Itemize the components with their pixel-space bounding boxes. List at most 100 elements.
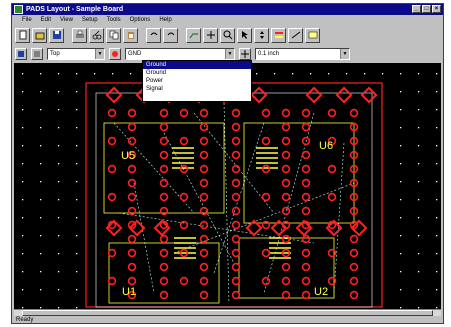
minimize-button[interactable]: _ <box>412 5 421 13</box>
dropdown-item[interactable]: Ground <box>143 69 251 77</box>
pad <box>199 108 209 118</box>
pad <box>281 178 291 188</box>
pad <box>159 262 169 272</box>
menu-bar: File Edit View Setup Tools Options Help <box>12 15 443 25</box>
maximize-button[interactable]: □ <box>422 5 431 13</box>
pad <box>301 290 311 300</box>
pad <box>301 276 311 286</box>
pad <box>159 136 169 146</box>
menu-view[interactable]: View <box>60 17 73 23</box>
grid-dot <box>418 289 420 291</box>
pad <box>159 178 169 188</box>
layer-combo[interactable]: Top ▼ <box>47 48 105 60</box>
pad <box>199 262 209 272</box>
grid-dot <box>328 73 330 75</box>
silkscreen <box>103 122 355 304</box>
chevron-down-icon[interactable]: ▼ <box>95 49 104 59</box>
pad <box>179 192 189 202</box>
via-pad <box>305 86 323 104</box>
ratsnest-line <box>333 142 345 294</box>
grid-icon[interactable] <box>239 48 251 60</box>
pad <box>159 108 169 118</box>
menu-file[interactable]: File <box>22 17 32 23</box>
move-icon[interactable] <box>203 27 218 43</box>
pad <box>127 262 137 272</box>
via-pad <box>360 86 378 104</box>
net-dropdown-list[interactable]: Ground Ground Power Signal <box>142 60 252 102</box>
help-icon[interactable] <box>305 27 320 43</box>
layer-icon[interactable] <box>271 27 286 43</box>
pad <box>301 108 311 118</box>
pad <box>261 192 271 202</box>
grid-dot <box>436 163 438 165</box>
pad <box>281 290 291 300</box>
component-label-u1: U1 <box>122 286 136 298</box>
grid-dot <box>382 73 384 75</box>
grid-dot <box>22 127 24 129</box>
grid-dot <box>22 253 24 255</box>
redo-icon[interactable] <box>163 27 178 43</box>
route-icon[interactable] <box>186 27 201 43</box>
menu-options[interactable]: Options <box>130 17 151 23</box>
pad <box>231 164 241 174</box>
pad <box>231 234 241 244</box>
grid-dot <box>58 109 60 111</box>
grid-dot <box>436 289 438 291</box>
horizontal-scrollbar[interactable] <box>14 309 441 316</box>
grid-dot <box>58 73 60 75</box>
chevron-down-icon[interactable]: ▼ <box>340 49 349 59</box>
pad <box>231 136 241 146</box>
grid-dot <box>436 199 438 201</box>
layer-toggle-icon[interactable] <box>31 48 43 60</box>
new-icon[interactable] <box>15 27 30 43</box>
pad <box>159 248 169 258</box>
grid-dot <box>112 73 114 75</box>
dropdown-item[interactable]: Signal <box>143 85 251 93</box>
cut-icon[interactable] <box>89 27 104 43</box>
pan-icon[interactable] <box>254 27 269 43</box>
silk-outline <box>243 122 355 224</box>
menu-edit[interactable]: Edit <box>41 17 51 23</box>
menu-help[interactable]: Help <box>159 17 171 23</box>
grid-dot <box>58 145 60 147</box>
net-icon[interactable] <box>109 48 121 60</box>
status-bar: Ready <box>12 316 443 323</box>
copy-icon[interactable] <box>106 27 121 43</box>
net-combo[interactable]: GND ▼ <box>125 48 235 60</box>
menu-setup[interactable]: Setup <box>82 17 98 23</box>
pad <box>281 234 291 244</box>
grid-dot <box>436 91 438 93</box>
pad <box>179 108 189 118</box>
save-icon[interactable] <box>49 27 64 43</box>
grid-dot <box>418 127 420 129</box>
grid-dot <box>76 253 78 255</box>
pad <box>179 276 189 286</box>
paste-icon[interactable] <box>123 27 138 43</box>
zoom-icon[interactable] <box>220 27 235 43</box>
component-label-u2: U2 <box>314 286 328 298</box>
measure-icon[interactable] <box>288 27 303 43</box>
pad <box>281 122 291 132</box>
undo-icon[interactable] <box>146 27 161 43</box>
grid-dots <box>22 73 438 309</box>
grid-dot <box>76 145 78 147</box>
pad <box>159 276 169 286</box>
layer-select-icon[interactable] <box>15 48 27 60</box>
pad <box>107 164 117 174</box>
grid-dot <box>418 235 420 237</box>
open-icon[interactable] <box>32 27 47 43</box>
grid-combo[interactable]: 0.1 inch ▼ <box>255 48 350 60</box>
grid-dot <box>418 163 420 165</box>
dropdown-item[interactable]: Power <box>143 77 251 85</box>
pad <box>301 206 311 216</box>
menu-tools[interactable]: Tools <box>107 17 121 23</box>
chevron-down-icon[interactable]: ▼ <box>225 49 234 59</box>
grid-combo-value: 0.1 inch <box>258 51 280 57</box>
grid-dot <box>58 235 60 237</box>
print-icon[interactable] <box>72 27 87 43</box>
grid-dot <box>76 289 78 291</box>
dropdown-item[interactable]: Ground <box>143 61 251 69</box>
grid-dot <box>58 289 60 291</box>
select-icon[interactable] <box>237 27 252 43</box>
close-button[interactable]: × <box>432 5 441 13</box>
